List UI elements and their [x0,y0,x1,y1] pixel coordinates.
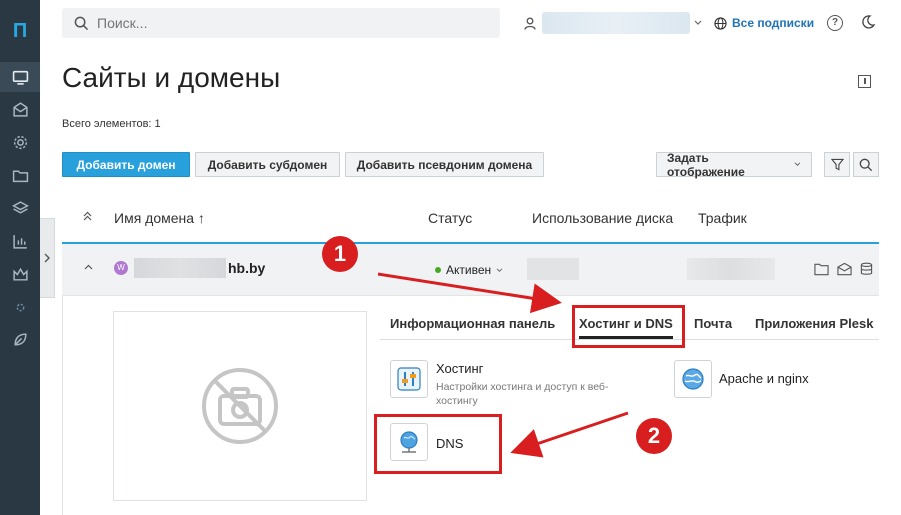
apache-nginx-icon[interactable] [674,360,712,398]
globe-icon [714,16,727,30]
hosting-settings-description: Настройки хостинга и доступ к веб-хостин… [436,381,609,407]
monitor-icon[interactable] [8,65,32,89]
traffic-redacted [687,258,775,280]
domain-name-redacted [134,258,226,278]
search-box[interactable] [62,8,500,38]
leaf-icon[interactable] [8,327,32,351]
help-icon[interactable]: ? [827,15,843,31]
user-menu[interactable] [524,12,702,34]
search-icon [74,16,89,30]
mail-icon[interactable] [8,97,32,121]
site-preview[interactable] [113,311,367,501]
tab-plesk-apps[interactable]: Приложения Plesk [755,316,873,331]
moon-icon[interactable] [860,14,876,35]
disk-usage-redacted [527,258,579,280]
view-mode-label: Задать отображение [667,150,745,179]
status-dot-icon [435,267,441,273]
plesk-logo[interactable]: П [0,0,40,58]
top-bar: Все подписки ? [40,0,901,48]
row-collapse-toggle[interactable] [84,261,93,273]
annotation-step-2-badge: 2 [636,418,672,454]
table-row[interactable]: W hb.by Активен [62,244,879,296]
search-input[interactable] [97,15,477,31]
subscriptions-selector[interactable]: Все подписки [714,16,814,30]
column-header-domain[interactable]: Имя домена ↑ [114,210,205,226]
subscriptions-label: Все подписки [732,16,815,30]
status-badge[interactable]: Активен [435,263,503,277]
table-search-button[interactable] [853,152,879,177]
mail-icon[interactable] [837,262,852,276]
left-sidebar: П [0,0,40,515]
filter-button[interactable] [824,152,850,177]
double-chevron-up-icon [83,211,92,221]
user-icon [524,17,536,30]
collapse-all-button[interactable] [83,210,92,224]
tab-mail[interactable]: Почта [694,316,732,331]
chevron-down-icon [496,267,503,272]
hosting-settings-link[interactable]: Хостинг [436,361,483,376]
database-icon[interactable] [860,262,873,276]
domain-favicon-icon: W [114,261,128,275]
user-name-redacted [542,12,690,34]
chevron-down-icon [694,20,702,25]
crown-icon[interactable] [8,262,32,286]
domain-name-suffix[interactable]: hb.by [228,260,265,276]
apache-nginx-link[interactable]: Apache и nginx [719,371,809,386]
chevron-right-icon [44,253,50,263]
status-label: Активен [446,263,492,277]
tab-dashboard[interactable]: Информационная панель [390,316,555,331]
filter-icon [830,158,844,171]
add-subdomain-button[interactable]: Добавить субдомен [195,152,340,177]
chevron-up-icon [84,264,93,270]
sparkle-icon[interactable] [8,295,32,319]
annotation-highlight-hosting-dns-tab [572,305,685,348]
page-title: Сайты и домены [62,62,281,93]
gear-icon[interactable] [8,130,32,154]
details-border [62,296,63,515]
column-header-disk-usage[interactable]: Использование диска [532,210,673,226]
add-domain-button[interactable]: Добавить домен [62,152,190,177]
add-domain-alias-button[interactable]: Добавить псевдоним домена [345,152,544,177]
bar-chart-icon[interactable] [8,229,32,253]
annotation-step-1-badge: 1 [322,236,358,272]
view-mode-button[interactable]: Задать отображение [656,150,812,179]
sidebar-expand-handle[interactable] [40,218,55,298]
row-quick-actions [814,262,873,276]
folder-icon[interactable] [814,262,829,276]
column-header-status[interactable]: Статус [428,210,472,226]
no-screenshot-icon [202,368,278,444]
total-items-count: Всего элементов: 1 [62,118,161,130]
folder-icon[interactable] [8,163,32,187]
column-header-traffic[interactable]: Трафик [698,210,747,226]
annotation-highlight-dns [374,414,502,474]
search-icon [859,158,873,171]
chevron-down-icon [794,162,801,167]
layers-icon[interactable] [8,196,32,220]
hosting-settings-icon[interactable] [390,360,428,398]
side-panel-toggle-icon[interactable] [858,75,871,88]
